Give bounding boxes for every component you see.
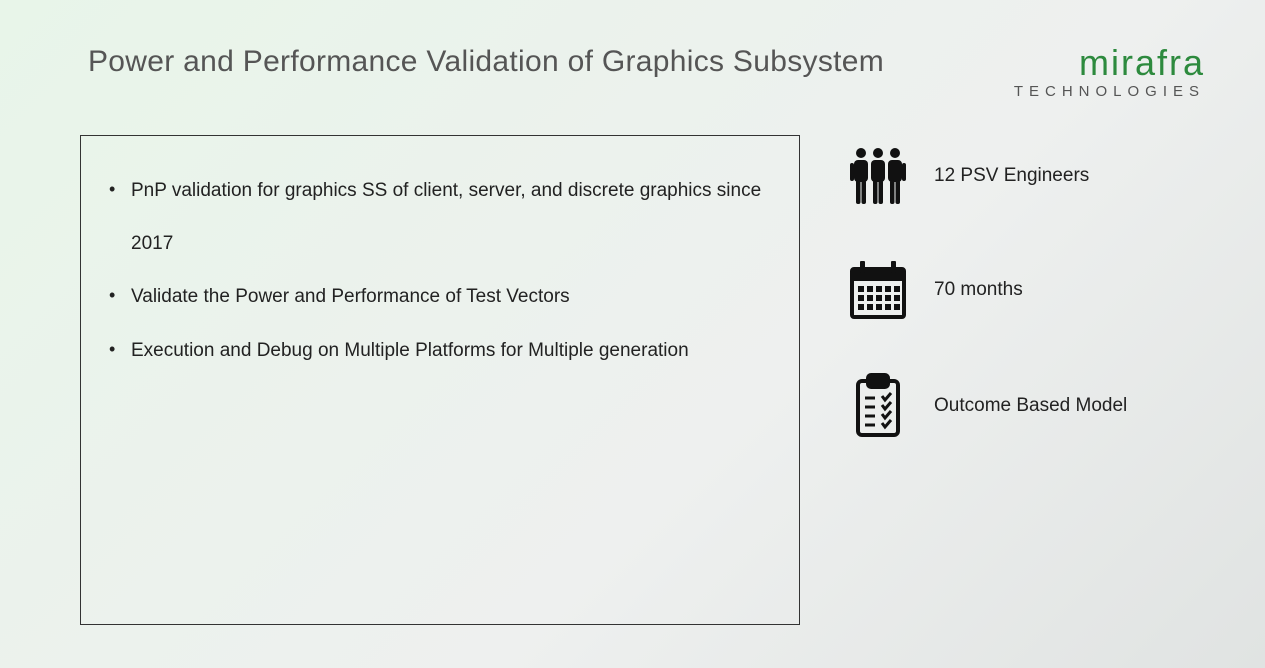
bullet-item: PnP validation for graphics SS of client… [101,164,763,270]
calendar-icon [838,259,918,321]
people-icon [838,145,918,207]
stat-model: Outcome Based Model [838,373,1198,439]
bullet-item: Execution and Debug on Multiple Platform… [101,324,763,377]
bullet-list: PnP validation for graphics SS of client… [101,164,763,377]
stat-label: Outcome Based Model [934,393,1127,419]
stat-duration: 70 months [838,259,1198,321]
logo-sub: TECHNOLOGIES [1014,83,1205,100]
stat-engineers: 12 PSV Engineers [838,145,1198,207]
stat-label: 12 PSV Engineers [934,163,1089,189]
bullet-item: Validate the Power and Performance of Te… [101,270,763,323]
logo: mirafra TECHNOLOGIES [1014,45,1205,100]
stat-label: 70 months [934,277,1023,303]
logo-name: mirafra [1014,45,1205,81]
clipboard-icon [838,373,918,439]
page-title: Power and Performance Validation of Grap… [88,45,884,79]
content-box: PnP validation for graphics SS of client… [80,135,800,625]
stats-panel: 12 PSV Engineers [838,145,1198,491]
